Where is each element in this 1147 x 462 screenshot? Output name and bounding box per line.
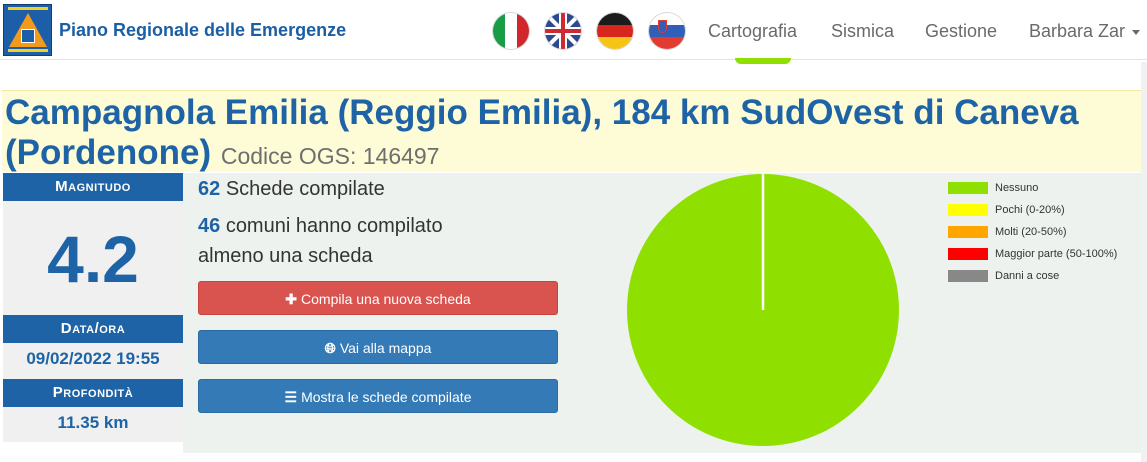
nav-link-cartografia[interactable]: Cartografia [708, 21, 797, 42]
municipalities-line: 46 comuni hanno compilato [198, 211, 443, 241]
german-flag-icon[interactable] [597, 13, 633, 49]
legend-item[interactable]: Danni a cose [948, 269, 1138, 283]
italian-flag-icon[interactable] [493, 13, 529, 49]
legend-swatch [948, 204, 988, 216]
event-header: Campagnola Emilia (Reggio Emilia), 184 k… [2, 90, 1141, 172]
brand-title[interactable]: Piano Regionale delle Emergenze [59, 20, 346, 41]
legend-label: Pochi (0-20%) [995, 204, 1065, 216]
legend-swatch [948, 182, 988, 194]
new-form-button[interactable]: ✚ Compila una nuova scheda [198, 281, 558, 315]
forms-count-label: Schede compilate [225, 178, 385, 200]
show-forms-label: Mostra le schede compilate [301, 389, 472, 405]
legend-swatch [948, 248, 988, 260]
municipalities-count: 46 [198, 215, 221, 237]
event-info-panel: Magnitudo 4.2 Data/ora 09/02/2022 19:55 … [3, 173, 183, 442]
uk-flag-icon[interactable] [545, 13, 581, 49]
event-location: Campagnola Emilia (Reggio Emilia), 184 k… [5, 93, 1079, 172]
legend-item[interactable]: Pochi (0-20%) [948, 203, 1138, 217]
chart-edge-fragment [735, 58, 791, 64]
legend-item[interactable]: Nessuno [948, 181, 1138, 195]
magnitude-header: Magnitudo [3, 173, 183, 201]
plus-icon: ✚ [285, 291, 298, 307]
globe-icon: 🌐︎ [324, 340, 336, 356]
civil-protection-logo[interactable] [3, 4, 52, 56]
municipalities-label-1: comuni hanno compilato [225, 215, 443, 237]
nav-link-gestione[interactable]: Gestione [925, 21, 997, 42]
forms-count: 62 [198, 178, 221, 200]
forms-count-line: 62 Schede compilate [198, 174, 385, 204]
legend-item[interactable]: Molti (20-50%) [948, 225, 1138, 239]
list-icon: ☰ [284, 389, 298, 405]
depth-header: Profondità [3, 379, 183, 407]
new-form-label: Compila una nuova scheda [301, 291, 471, 307]
legend-swatch [948, 226, 988, 238]
damage-pie-chart[interactable] [620, 174, 910, 449]
datetime-value: 09/02/2022 19:55 [26, 349, 160, 368]
event-code: Codice OGS: 146497 [220, 143, 440, 169]
slovenian-flag-icon[interactable] [649, 13, 685, 49]
datetime-header: Data/ora [3, 315, 183, 343]
top-navbar: Piano Regionale delle Emergenze Cartogra… [0, 0, 1147, 60]
scrollbar[interactable] [1141, 62, 1147, 462]
go-to-map-label: Vai alla mappa [339, 340, 432, 356]
legend-label: Nessuno [995, 182, 1039, 194]
show-forms-button[interactable]: ☰ Mostra le schede compilate [198, 379, 558, 413]
legend-label: Molti (20-50%) [995, 226, 1067, 238]
magnitude-value: 4.2 [47, 222, 139, 296]
go-to-map-button[interactable]: 🌐︎ Vai alla mappa [198, 330, 558, 364]
user-menu[interactable]: Barbara Zar [1029, 21, 1141, 42]
legend-label: Maggior parte (50-100%) [995, 248, 1118, 260]
municipalities-line-2: almeno una scheda [198, 245, 373, 267]
depth-value: 11.35 km [57, 413, 129, 432]
legend-item[interactable]: Maggior parte (50-100%) [948, 247, 1138, 261]
legend-swatch [948, 270, 988, 282]
caret-down-icon [1132, 29, 1141, 35]
nav-link-sismica[interactable]: Sismica [831, 21, 894, 42]
user-name: Barbara Zar [1029, 21, 1126, 41]
legend-label: Danni a cose [995, 270, 1060, 282]
event-title: Campagnola Emilia (Reggio Emilia), 184 k… [5, 93, 1139, 176]
